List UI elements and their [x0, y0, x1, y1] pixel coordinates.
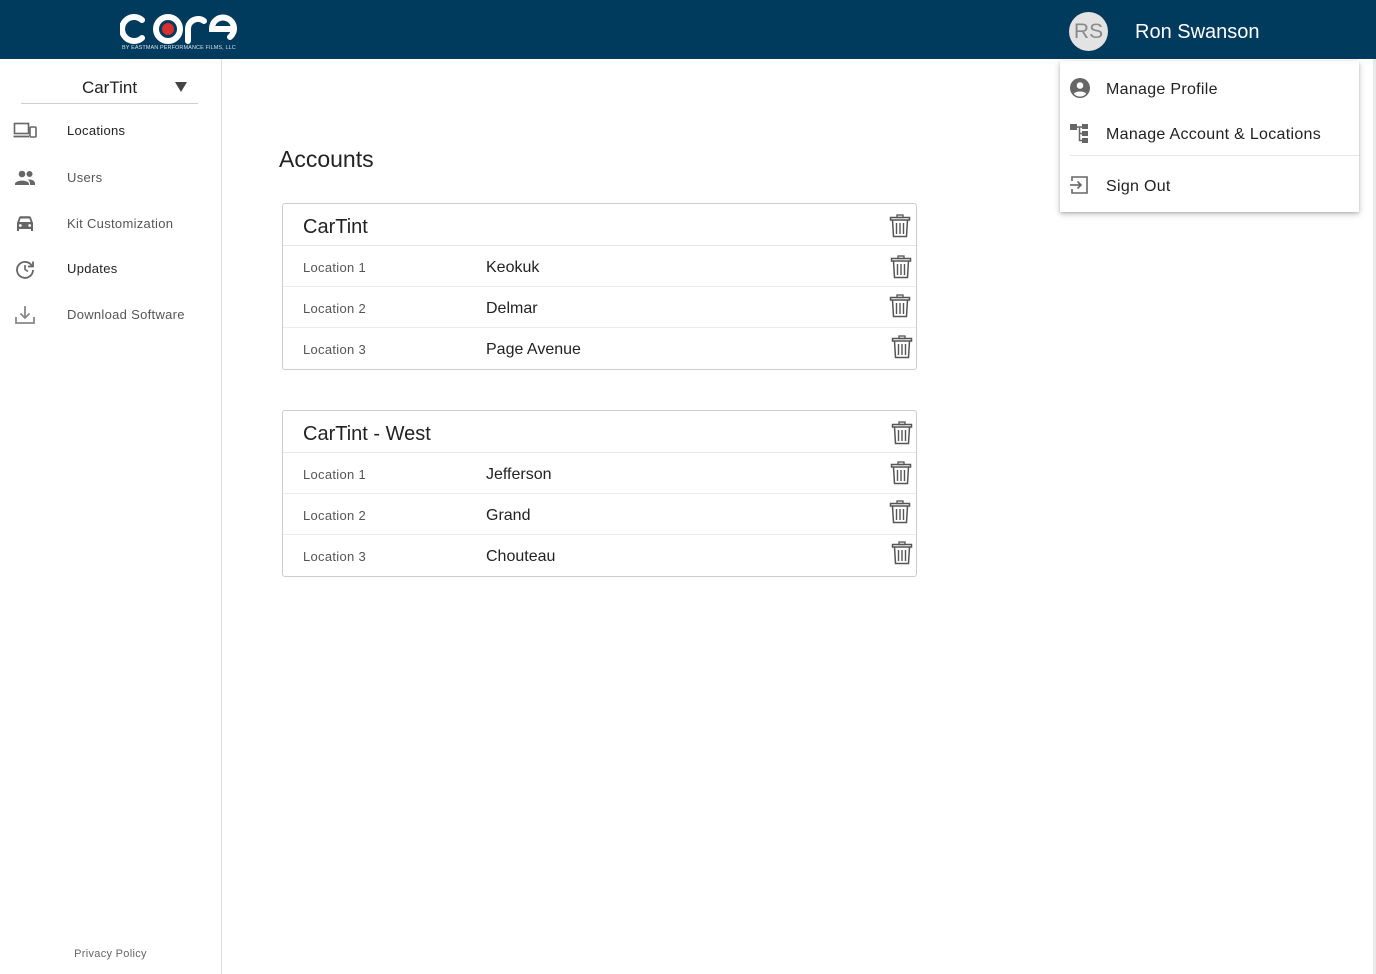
sidebar: CarTint Locations Users Kit Customizatio…	[0, 59, 222, 974]
sidebar-item-label: Download Software	[67, 307, 185, 322]
location-label: Location 3	[303, 549, 366, 564]
location-row: Location 3 Page Avenue	[283, 328, 916, 369]
devices-icon	[13, 122, 37, 138]
user-menu: Manage Profile Manage Account & Location…	[1060, 61, 1359, 212]
location-name: Delmar	[486, 300, 538, 317]
location-name: Jefferson	[486, 466, 552, 483]
location-label: Location 1	[303, 260, 366, 275]
page-title: Accounts	[279, 146, 374, 172]
sidebar-item-users[interactable]: Users	[0, 158, 221, 198]
delete-location-icon[interactable]	[889, 294, 911, 318]
account-card-header: CarTint - West	[283, 411, 916, 453]
sidebar-item-kit-customization[interactable]: Kit Customization	[0, 204, 221, 244]
location-row: Location 2 Grand	[283, 494, 916, 535]
people-icon	[15, 170, 35, 185]
sidebar-item-download-software[interactable]: Download Software	[0, 295, 221, 335]
account-card: CarTint Location 1 Keokuk Location 2 Del…	[282, 203, 917, 370]
delete-location-icon[interactable]	[891, 541, 913, 565]
download-icon	[15, 306, 35, 324]
location-row: Location 1 Jefferson	[283, 453, 916, 494]
menu-divider	[1070, 155, 1359, 156]
sidebar-item-label: Updates	[67, 261, 118, 276]
sidebar-item-label: Locations	[67, 123, 126, 138]
delete-account-icon[interactable]	[891, 421, 913, 445]
location-name: Chouteau	[486, 548, 556, 565]
menu-item-manage-profile[interactable]: Manage Profile	[1060, 68, 1359, 110]
dropdown-arrow-icon	[175, 82, 187, 92]
location-row: Location 2 Delmar	[283, 287, 916, 328]
car-icon	[17, 216, 33, 231]
top-bar: BY EASTMAN PERFORMANCE FILMS, LLC RS Ron…	[0, 0, 1376, 59]
core-logo[interactable]: BY EASTMAN PERFORMANCE FILMS, LLC	[120, 8, 240, 54]
location-label: Location 3	[303, 342, 366, 357]
sidebar-item-updates[interactable]: Updates	[0, 249, 221, 289]
location-label: Location 2	[303, 508, 366, 523]
menu-item-label: Manage Profile	[1106, 81, 1218, 98]
location-row: Location 3 Chouteau	[283, 535, 916, 576]
core-logo-mark	[120, 14, 237, 44]
sidebar-item-label: Kit Customization	[67, 216, 174, 231]
account-card: CarTint - West Location 1 Jefferson Loca…	[282, 410, 917, 577]
menu-item-sign-out[interactable]: Sign Out	[1060, 165, 1359, 207]
delete-location-icon[interactable]	[890, 461, 912, 485]
delete-location-icon[interactable]	[890, 255, 912, 279]
menu-item-manage-account-locations[interactable]: Manage Account & Locations	[1060, 113, 1359, 155]
location-name: Page Avenue	[486, 341, 581, 358]
location-label: Location 1	[303, 467, 366, 482]
account-circle-icon	[1070, 78, 1090, 98]
delete-account-icon[interactable]	[889, 214, 911, 238]
account-selector-label: CarTint	[81, 78, 138, 97]
delete-location-icon[interactable]	[889, 500, 911, 524]
privacy-policy-link[interactable]: Privacy Policy	[0, 948, 221, 960]
avatar[interactable]: RS	[1069, 12, 1108, 51]
account-name: CarTint - West	[303, 423, 431, 445]
menu-item-label: Sign Out	[1106, 178, 1171, 195]
location-name: Keokuk	[486, 259, 540, 276]
history-icon	[16, 261, 34, 279]
sidebar-item-label: Users	[67, 170, 103, 185]
delete-location-icon[interactable]	[891, 335, 913, 359]
account-tree-icon	[1070, 124, 1088, 143]
sign-out-icon	[1070, 176, 1088, 194]
location-row: Location 1 Keokuk	[283, 246, 916, 287]
logo-subtitle: BY EASTMAN PERFORMANCE FILMS, LLC	[122, 45, 236, 51]
account-selector[interactable]: CarTint	[21, 73, 198, 104]
account-card-header: CarTint	[283, 204, 916, 246]
account-name: CarTint	[303, 216, 368, 238]
user-name[interactable]: Ron Swanson	[1135, 20, 1260, 44]
menu-item-label: Manage Account & Locations	[1106, 126, 1322, 143]
sidebar-item-locations[interactable]: Locations	[0, 111, 221, 151]
location-name: Grand	[486, 507, 531, 524]
location-label: Location 2	[303, 301, 366, 316]
